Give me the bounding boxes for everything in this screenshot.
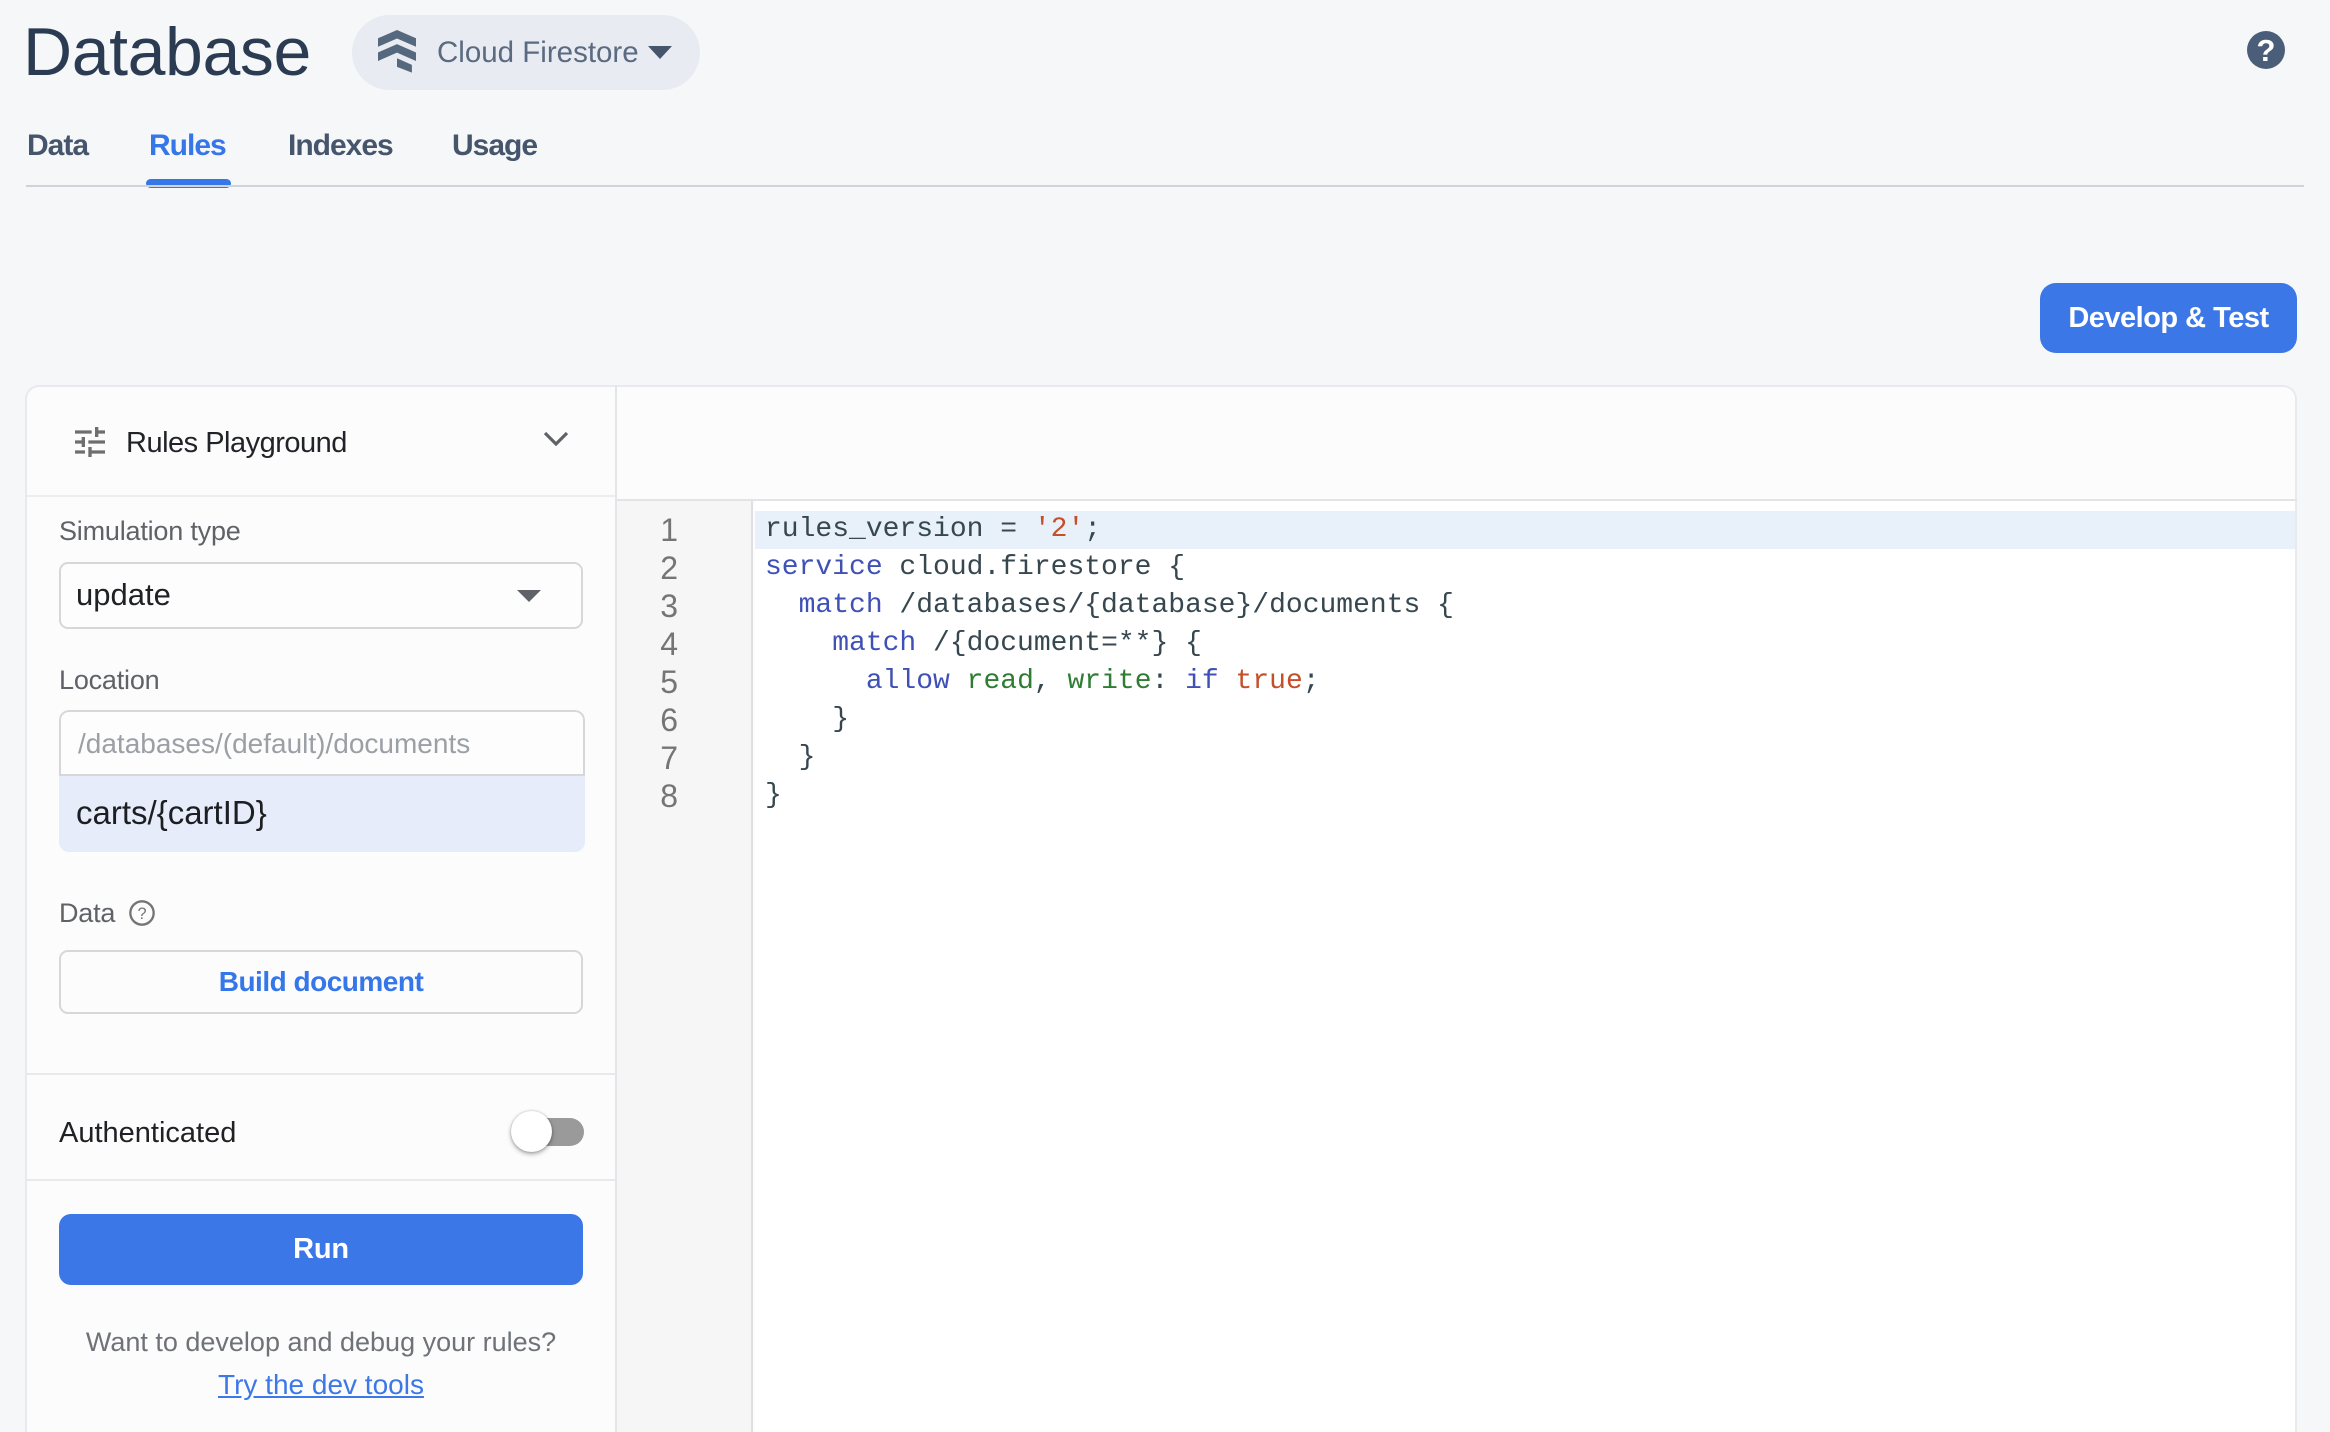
svg-text:?: ? xyxy=(137,905,146,923)
